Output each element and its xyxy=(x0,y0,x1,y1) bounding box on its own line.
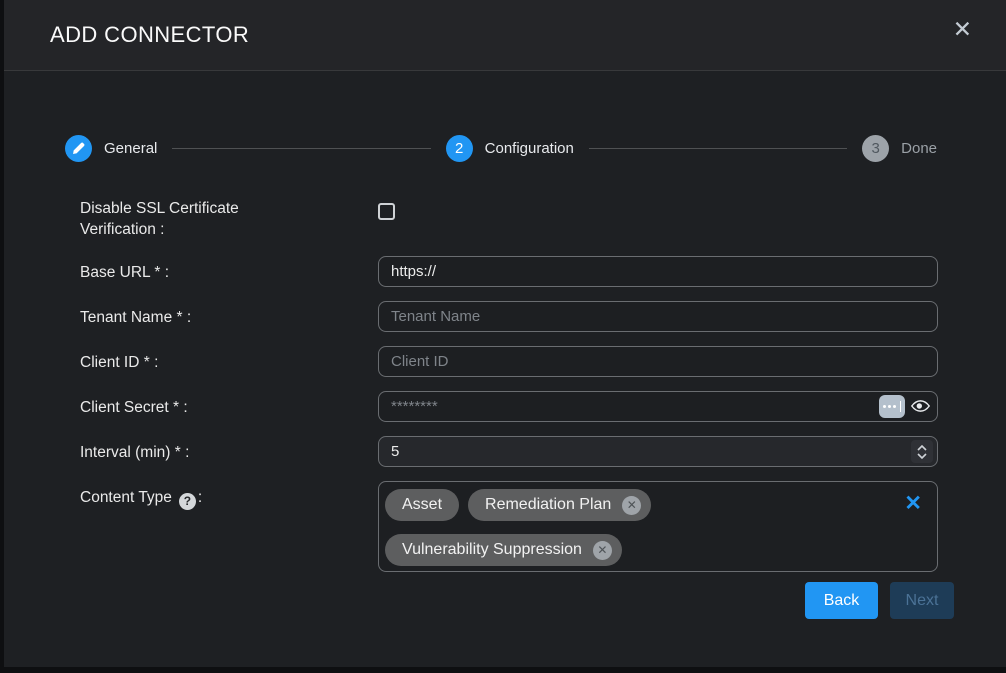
interval-input[interactable] xyxy=(378,436,938,467)
help-icon[interactable]: ? xyxy=(179,493,196,510)
client-secret-control xyxy=(378,391,938,422)
client-secret-row: Client Secret * : xyxy=(80,391,1006,422)
tenant-name-control xyxy=(378,301,938,332)
tag-vulnerability-suppression[interactable]: Vulnerability Suppression ✕ xyxy=(385,534,622,566)
stepper-connector-line xyxy=(172,148,430,149)
tenant-name-label: Tenant Name * : xyxy=(80,301,378,328)
clear-selection-icon[interactable]: ✕ xyxy=(904,493,922,514)
stepper-connector-line xyxy=(589,148,847,149)
back-button[interactable]: Back xyxy=(805,582,878,619)
tag-remove-icon[interactable]: ✕ xyxy=(593,541,612,560)
step-general-label: General xyxy=(104,140,157,157)
dialog-header: ADD CONNECTOR ✕ xyxy=(4,0,1006,71)
tag-asset[interactable]: Asset xyxy=(385,489,459,521)
close-icon[interactable]: ✕ xyxy=(953,18,972,41)
step-done-label: Done xyxy=(901,140,937,157)
client-id-row: Client ID * : xyxy=(80,346,1006,377)
next-button[interactable]: Next xyxy=(890,582,954,619)
content-type-multiselect[interactable]: Asset Remediation Plan ✕ Vulnerability S… xyxy=(378,481,938,572)
step-done: 3 Done xyxy=(862,135,937,162)
pencil-icon xyxy=(72,142,85,155)
dialog-title: ADD CONNECTOR xyxy=(50,22,249,48)
chevron-up-icon xyxy=(917,445,927,451)
step-configuration-circle: 2 xyxy=(446,135,473,162)
base-url-row: Base URL * : xyxy=(80,256,1006,287)
step-general-circle xyxy=(65,135,92,162)
eye-icon[interactable] xyxy=(911,399,930,413)
dialog-actions: Back Next xyxy=(80,582,1006,619)
client-id-input[interactable] xyxy=(378,346,938,377)
step-configuration-label: Configuration xyxy=(485,140,574,157)
credentials-picker-icon[interactable] xyxy=(879,395,905,418)
content-type-row: Content Type?: Asset Remediation Plan ✕ … xyxy=(80,481,1006,572)
step-configuration[interactable]: 2 Configuration xyxy=(446,135,574,162)
content-type-label: Content Type?: xyxy=(80,481,378,510)
step-done-circle: 3 xyxy=(862,135,889,162)
base-url-input[interactable] xyxy=(378,256,938,287)
ssl-verification-row: Disable SSL Certificate Verification : xyxy=(80,198,1006,240)
ssl-verification-control xyxy=(378,198,938,225)
wizard-stepper: General 2 Configuration 3 Done xyxy=(4,135,1006,162)
interval-control xyxy=(378,436,938,467)
tenant-name-input[interactable] xyxy=(378,301,938,332)
tag-remediation-plan[interactable]: Remediation Plan ✕ xyxy=(468,489,651,521)
tag-remove-icon[interactable]: ✕ xyxy=(622,496,641,515)
configuration-form: Disable SSL Certificate Verification : B… xyxy=(4,198,1006,619)
add-connector-dialog: ADD CONNECTOR ✕ General 2 Configuration … xyxy=(4,0,1006,667)
number-stepper[interactable] xyxy=(911,440,933,463)
ssl-verification-label: Disable SSL Certificate Verification : xyxy=(80,198,378,240)
ssl-verification-checkbox[interactable] xyxy=(378,203,395,220)
chevron-down-icon xyxy=(917,453,927,459)
base-url-control xyxy=(378,256,938,287)
client-id-control xyxy=(378,346,938,377)
client-id-label: Client ID * : xyxy=(80,346,378,373)
client-secret-label: Client Secret * : xyxy=(80,391,378,418)
interval-row: Interval (min) * : xyxy=(80,436,1006,467)
step-general[interactable]: General xyxy=(65,135,157,162)
tenant-name-row: Tenant Name * : xyxy=(80,301,1006,332)
client-secret-input[interactable] xyxy=(378,391,938,422)
base-url-label: Base URL * : xyxy=(80,256,378,283)
interval-label: Interval (min) * : xyxy=(80,436,378,463)
content-type-control: Asset Remediation Plan ✕ Vulnerability S… xyxy=(378,481,938,572)
